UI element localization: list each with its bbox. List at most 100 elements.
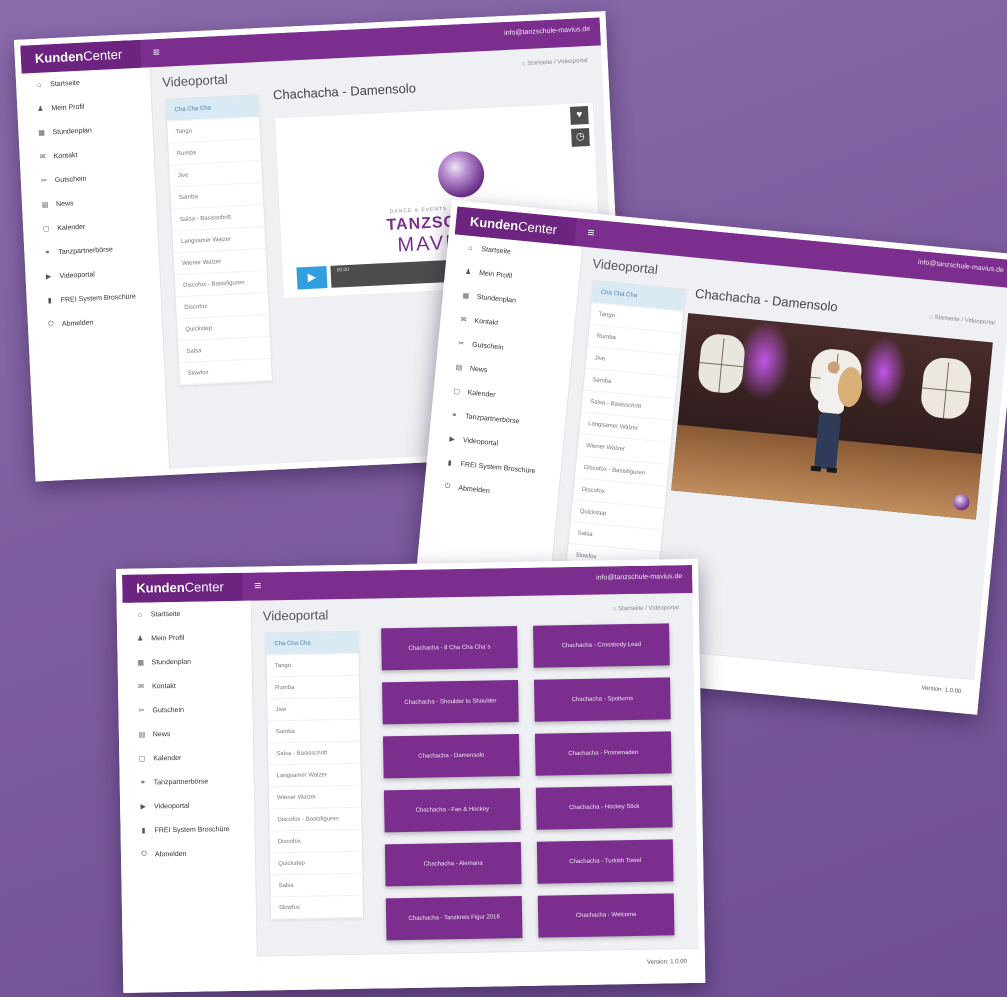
video-tile-button[interactable]: Chachacha - Tanzkreis Figur 2016 — [385, 895, 523, 941]
sidebar-item-label: Kalender — [57, 223, 86, 232]
video-frame[interactable] — [671, 313, 993, 520]
envelope-icon: ✉ — [39, 153, 46, 161]
user-email[interactable]: info@tanzschule-mavius.de — [596, 573, 682, 582]
calendar-icon: ▢ — [42, 225, 50, 233]
home-icon: ⌂ — [468, 244, 473, 252]
video-tile-button[interactable]: Chachacha - Crossbody Lead — [533, 623, 670, 668]
app-window: KundenCenter ≡ info@tanzschule-mavius.de… — [122, 564, 700, 987]
video-tile-button[interactable]: Chachacha - Shoulder to Shoulder — [382, 680, 519, 725]
sidebar-item-label: Tanzpartnerbörse — [464, 412, 520, 425]
sidebar-item-label: News — [152, 730, 171, 738]
top-bar: KundenCenter ≡ info@tanzschule-mavius.de — [122, 564, 693, 603]
brand-logo[interactable]: KundenCenter — [122, 572, 243, 603]
sidebar-item[interactable]: ▢ Kalender — [125, 745, 253, 771]
sidebar-item[interactable]: ⏻ Abmelden — [33, 307, 162, 337]
time-display: 00:00 — [336, 266, 350, 274]
category-item[interactable]: Slowfox — [270, 895, 364, 920]
breadcrumb-home[interactable]: Startseite — [934, 315, 960, 323]
sidebar-item-label: Kalender — [153, 754, 182, 762]
home-icon: ⌂ — [36, 81, 42, 89]
video-tile-button[interactable]: Chachacha - Alemana — [384, 841, 522, 887]
category-item[interactable]: Tango — [266, 653, 359, 678]
video-tile-button[interactable]: Chachacha - Spotturns — [533, 677, 671, 722]
video-tile-button[interactable]: Chachacha - Promenaden — [534, 731, 672, 776]
sidebar-item-label: News — [55, 199, 74, 208]
breadcrumb-home[interactable]: Startseite — [527, 60, 553, 67]
book-icon: ▮ — [141, 827, 146, 835]
category-item[interactable]: Salsa — [270, 873, 363, 898]
sidebar-item-label: Kontakt — [474, 317, 499, 327]
category-item[interactable]: Slowfox — [178, 358, 272, 386]
category-item[interactable]: Jive — [267, 697, 360, 722]
menu-toggle-icon[interactable]: ≡ — [254, 578, 261, 592]
sidebar: ⌂ Startseite ♟ Mein Profil ▦ Stundenplan ✉ Kont… — [122, 600, 259, 987]
video-icon: ▶ — [140, 803, 146, 811]
clock-icon[interactable]: ◷ — [571, 128, 590, 147]
video-tile-button[interactable]: Chachacha - 8 Cha Cha Cha´s — [381, 626, 518, 671]
menu-toggle-icon[interactable]: ≡ — [152, 45, 160, 59]
play-button[interactable]: ▶ — [296, 266, 328, 290]
menu-toggle-icon[interactable]: ≡ — [587, 225, 595, 240]
category-list: Cha Cha Cha Tango Rumba Jive Samba Salsa - Ba… — [265, 630, 365, 921]
sidebar-item-label: Gutschein — [471, 341, 504, 352]
category-item[interactable]: Discofox — [269, 829, 362, 854]
video-tile-button[interactable]: Chachacha - Fan & Hockey — [383, 787, 521, 833]
sidebar-item[interactable]: ⏻ Abmelden — [127, 841, 255, 867]
sidebar-item-label: Stundenplan — [476, 293, 517, 305]
category-item[interactable]: Salsa - Basisschritt — [268, 741, 361, 766]
brand-light-text: Center — [82, 46, 123, 64]
page-title: Videoportal — [161, 71, 229, 90]
sidebar-item-label: FREI System Broschüre — [460, 460, 536, 475]
partner-icon: ⚭ — [44, 249, 51, 257]
category-item[interactable]: Langsamer Walzer — [268, 763, 361, 788]
video-tile-button[interactable]: Chachacha - Hockey Stick — [535, 785, 673, 830]
video-tile-button[interactable]: Chachacha - Damensolo — [382, 733, 520, 779]
category-item[interactable]: Rumba — [266, 675, 360, 700]
category-item[interactable]: Samba — [267, 719, 361, 744]
category-item[interactable]: Wiener Walzer — [268, 785, 362, 810]
category-item[interactable]: Discofox - Basisfiguren — [269, 807, 362, 832]
logout-icon: ⏻ — [444, 482, 451, 491]
news-icon: ▤ — [138, 731, 146, 739]
sidebar-item[interactable]: ✉ Kontakt — [124, 673, 252, 699]
brand-bold-text: Kunden — [469, 213, 519, 234]
sidebar-item[interactable]: ♟ Mein Profil — [123, 625, 251, 651]
sidebar-item-label: Mein Profil — [478, 269, 513, 280]
sidebar-item[interactable]: ▶ Videoportal — [126, 793, 254, 819]
sidebar-item[interactable]: ▤ News — [125, 721, 253, 747]
calendar-icon: ▢ — [138, 755, 146, 763]
user-icon: ♟ — [137, 635, 144, 643]
video-tile-button[interactable]: Chachacha - Welcome — [537, 893, 675, 938]
user-icon: ♟ — [37, 105, 44, 113]
sidebar-item[interactable]: ⌂ Startseite — [123, 601, 251, 627]
book-icon: ▮ — [447, 459, 452, 468]
category-item[interactable]: Cha Cha Cha — [266, 631, 359, 656]
sidebar-item[interactable]: ▦ Stundenplan — [123, 649, 251, 675]
sidebar-item-label: Stundenplan — [151, 658, 192, 666]
sidebar-item-label: Videoportal — [154, 802, 190, 810]
favorite-heart-icon[interactable]: ♥ — [569, 106, 589, 125]
user-email[interactable]: info@tanzschule-mavius.de — [504, 26, 590, 37]
sidebar-item-label: Abmelden — [458, 484, 491, 495]
video-tile-button[interactable]: Chachacha - Turkish Towel — [536, 839, 674, 884]
sidebar-item-label: Videoportal — [59, 270, 96, 280]
category-item[interactable]: Quickstep — [269, 851, 363, 876]
sidebar-item-label: News — [469, 365, 488, 374]
user-email[interactable]: info@tanzschule-mavius.de — [918, 259, 1004, 274]
ticket-icon: ✂ — [457, 340, 465, 348]
logout-icon: ⏻ — [141, 850, 147, 858]
grid-icon: ▦ — [137, 659, 145, 667]
breadcrumb-home[interactable]: Startseite — [618, 606, 643, 612]
sidebar: ⌂ Startseite ♟ Mein Profil ▦ Stundenplan ✉ Kont… — [21, 67, 171, 476]
sidebar-item[interactable]: ▮ FREI System Broschüre — [126, 817, 254, 843]
category-list: Cha Cha Cha Tango Rumba Jive Samba Salsa - Ba… — [165, 94, 274, 387]
grid-icon: ▦ — [38, 129, 46, 137]
sidebar-item[interactable]: ✂ Gutschein — [124, 697, 252, 723]
sidebar-item-label: Tanzpartnerbörse — [153, 777, 209, 786]
breadcrumb: ⌂ Startseite / Videoportal — [521, 58, 588, 68]
sidebar-item-label: Startseite — [150, 610, 181, 618]
dance-video-still — [671, 313, 993, 520]
video-title: Chachacha - Damensolo — [694, 285, 839, 315]
envelope-icon: ✉ — [460, 316, 467, 324]
sidebar-item[interactable]: ⚭ Tanzpartnerbörse — [126, 769, 254, 795]
